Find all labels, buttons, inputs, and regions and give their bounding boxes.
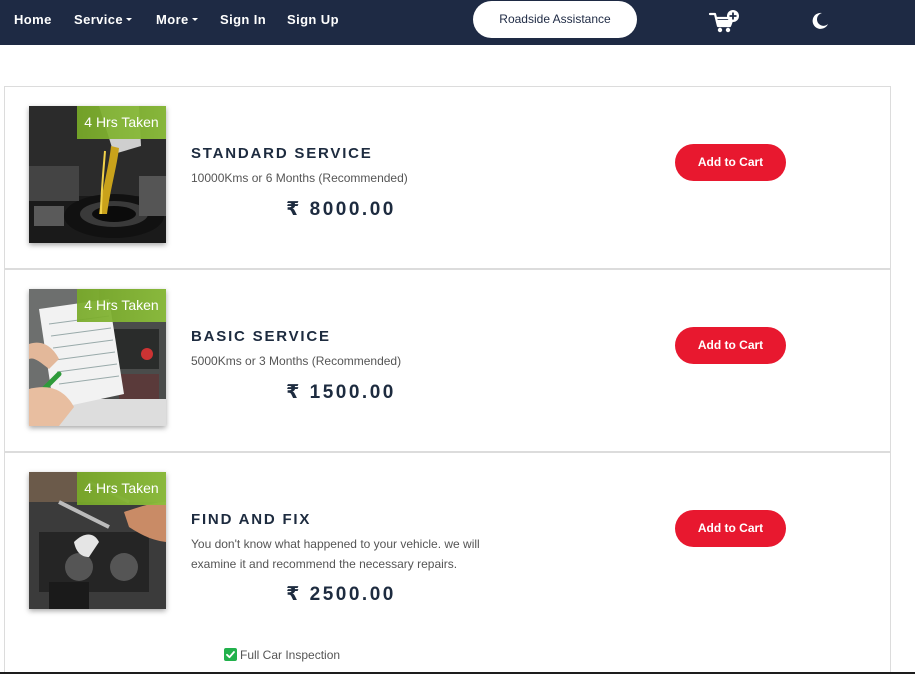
checklist-engine-image: 4 Hrs Taken	[29, 289, 166, 426]
add-to-cart-button[interactable]: Add to Cart	[675, 510, 786, 547]
service-subtitle: 5000Kms or 3 Months (Recommended)	[191, 354, 402, 368]
feature-label: Full Car Inspection	[240, 648, 341, 662]
nav-sign-in[interactable]: Sign In	[220, 12, 266, 27]
service-card-standard: 4 Hrs Taken STANDARD SERVICE 10000Kms or…	[4, 86, 891, 269]
service-card-find-and-fix: 4 Hrs Taken FIND AND FIX You don't know …	[4, 452, 891, 674]
nav-home-label: Home	[14, 12, 52, 27]
service-description: You don't know what happened to your veh…	[191, 537, 480, 571]
service-title: STANDARD SERVICE	[191, 145, 373, 162]
feature-item: Full Car Inspection	[224, 648, 340, 662]
moon-icon[interactable]	[810, 11, 830, 31]
service-subtitle: 10000Kms or 6 Months (Recommended)	[191, 171, 408, 185]
nav-more-label: More	[156, 12, 189, 27]
time-badge: 4 Hrs Taken	[77, 289, 166, 322]
nav-service[interactable]: Service	[74, 12, 133, 27]
service-price: ₹ 2500.00	[286, 584, 396, 605]
checkbox-checked-icon	[224, 648, 237, 662]
nav-sign-up-label: Sign Up	[287, 12, 339, 27]
time-badge: 4 Hrs Taken	[77, 106, 166, 139]
service-price: ₹ 1500.00	[286, 382, 396, 403]
nav-more[interactable]: More	[156, 12, 198, 27]
nav-service-label: Service	[74, 12, 124, 27]
nav-sign-up[interactable]: Sign Up	[287, 12, 339, 27]
service-price: ₹ 8000.00	[286, 199, 396, 220]
nav-sign-in-label: Sign In	[220, 12, 267, 27]
service-title: BASIC SERVICE	[191, 328, 331, 345]
nav-home[interactable]: Home	[14, 12, 52, 27]
add-to-cart-button[interactable]: Add to Cart	[675, 144, 786, 181]
caret-down-icon	[191, 18, 198, 22]
cart-add-icon[interactable]	[708, 9, 740, 35]
top-navbar: Home Service More Sign In Sign Up Roadsi…	[0, 0, 915, 45]
roadside-assistance-button[interactable]: Roadside Assistance	[473, 1, 637, 38]
service-card-basic: 4 Hrs Taken BASIC SERVICE 5000Kms or 3 M…	[4, 269, 891, 452]
add-to-cart-button[interactable]: Add to Cart	[675, 327, 786, 364]
time-badge: 4 Hrs Taken	[77, 472, 166, 505]
oil-pour-image: 4 Hrs Taken	[29, 106, 166, 243]
mechanic-repair-image: 4 Hrs Taken	[29, 472, 166, 609]
service-title: FIND AND FIX	[191, 511, 312, 528]
caret-down-icon	[126, 18, 133, 22]
